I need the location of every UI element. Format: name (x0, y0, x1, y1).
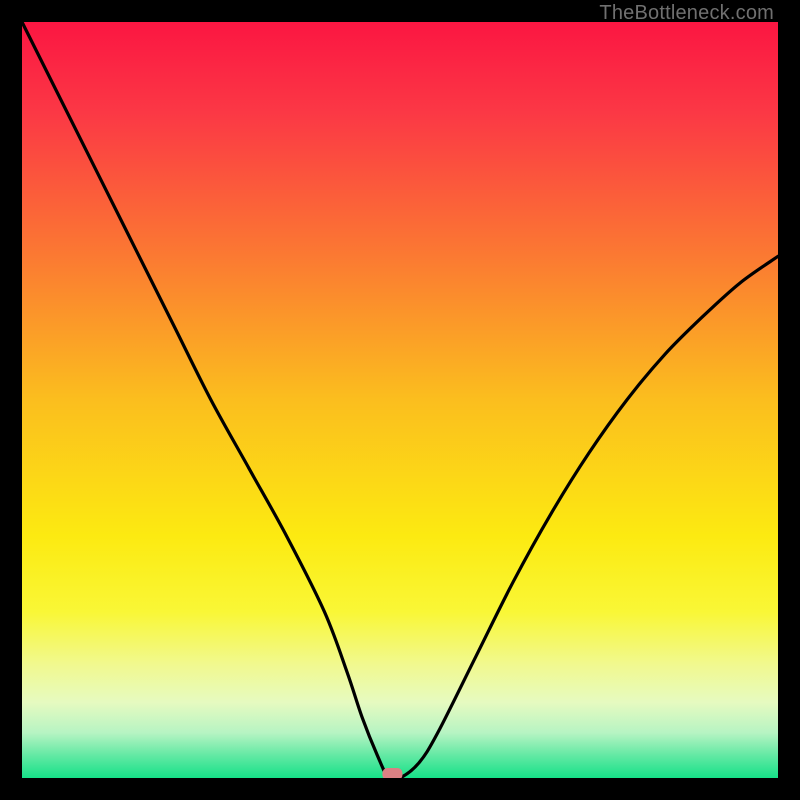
chart-frame (22, 22, 778, 778)
plot-background (22, 22, 778, 778)
minimum-marker (382, 768, 402, 778)
watermark-text: TheBottleneck.com (599, 2, 774, 25)
bottleneck-chart (22, 22, 778, 778)
